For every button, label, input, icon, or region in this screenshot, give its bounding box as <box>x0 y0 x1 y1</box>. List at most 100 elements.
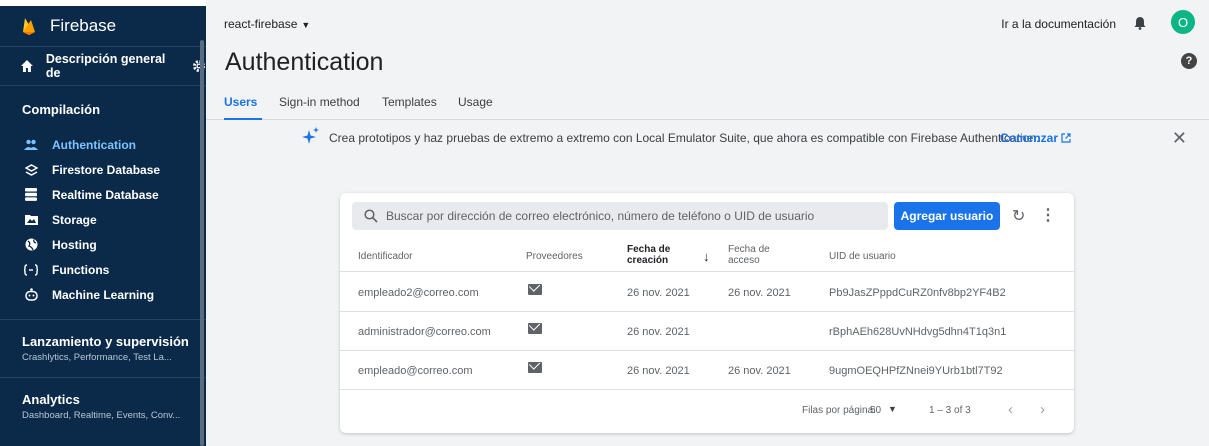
col-uid[interactable]: UID de usuario <box>829 251 896 262</box>
close-icon[interactable]: ✕ <box>1172 128 1187 149</box>
get-started-link[interactable]: Comenzar <box>1000 131 1071 145</box>
group-title: Lanzamiento y supervisión <box>22 334 189 349</box>
sidebar-group-release[interactable]: Lanzamiento y supervisión Crashlytics, P… <box>0 320 206 363</box>
table-row[interactable]: empleado2@correo.com 26 nov. 2021 26 nov… <box>340 273 1074 312</box>
sidebar-scrollbar[interactable] <box>200 40 204 446</box>
external-link-icon <box>1061 133 1071 143</box>
active-tab-indicator <box>224 118 262 120</box>
sidebar-item-label: Hosting <box>52 237 97 252</box>
cell-identifier: empleado@correo.com <box>358 365 473 377</box>
cell-created: 26 nov. 2021 <box>627 365 690 377</box>
avatar[interactable]: O <box>1171 10 1195 34</box>
page-range: 1 – 3 of 3 <box>929 405 971 416</box>
refresh-icon[interactable]: ↻ <box>1012 206 1025 226</box>
sidebar-item-label: Storage <box>52 212 97 227</box>
sparkle-icon <box>302 127 319 144</box>
chevron-right-icon[interactable]: › <box>1040 401 1045 418</box>
col-signed-in-line1: Fecha de <box>728 244 770 255</box>
sidebar-group-analytics[interactable]: Analytics Dashboard, Realtime, Events, C… <box>0 378 206 421</box>
cell-identifier: administrador@correo.com <box>358 326 491 338</box>
project-overview-label: Descripción general de <box>45 52 166 80</box>
sidebar-item-label: Machine Learning <box>52 287 155 302</box>
email-icon <box>528 284 542 295</box>
bell-icon[interactable] <box>1133 16 1147 30</box>
banner-text: Crea prototipos y haz pruebas de extremo… <box>329 131 1040 145</box>
table-row[interactable]: administrador@correo.com 26 nov. 2021 rB… <box>340 312 1074 351</box>
pagination: Filas por página: 50 ▼ 1 – 3 of 3 ‹ › <box>340 391 1074 431</box>
more-options-icon[interactable]: ⋮ <box>1040 205 1056 225</box>
firebase-logo-icon <box>23 18 35 35</box>
people-icon <box>24 138 38 152</box>
tab-users[interactable]: Users <box>224 95 257 109</box>
col-signed-in-line2: acceso <box>728 255 760 266</box>
arrow-down-icon[interactable]: ↓ <box>703 249 710 264</box>
sidebar-item-authentication[interactable]: Authentication <box>0 132 206 157</box>
rows-per-page-select[interactable]: 50 <box>870 405 881 416</box>
tab-bar: Users Sign-in method Templates Usage <box>206 92 1209 120</box>
col-signed-in[interactable]: Fecha de acceso <box>728 244 770 266</box>
table-row[interactable]: empleado@correo.com 26 nov. 2021 26 nov.… <box>340 351 1074 390</box>
functions-icon <box>24 263 38 277</box>
table-header: Identificador Proveedores Fecha de creaci… <box>340 239 1074 272</box>
rows-per-page-label: Filas por página: <box>802 405 876 416</box>
col-created-line2: creación <box>627 255 669 266</box>
search-input[interactable] <box>386 206 881 226</box>
add-user-button[interactable]: Agregar usuario <box>894 202 1000 230</box>
group-title: Analytics <box>22 392 80 407</box>
section-build-title: Compilación <box>22 102 101 117</box>
tab-templates[interactable]: Templates <box>382 95 437 109</box>
search-bar[interactable] <box>352 202 888 230</box>
tab-sign-in-method[interactable]: Sign-in method <box>279 95 360 109</box>
database-icon <box>24 188 38 202</box>
users-card: Agregar usuario ↻ ⋮ Identificador Provee… <box>340 193 1074 433</box>
group-subtitle: Dashboard, Realtime, Events, Conv... <box>22 410 181 421</box>
tab-usage[interactable]: Usage <box>458 95 493 109</box>
sidebar-item-label: Functions <box>52 262 110 277</box>
cell-identifier: empleado2@correo.com <box>358 287 479 299</box>
cell-signed-in: 26 nov. 2021 <box>728 287 791 299</box>
photo-folder-icon <box>24 213 38 227</box>
project-name: react-firebase <box>224 17 298 31</box>
search-icon <box>364 209 378 223</box>
docs-link[interactable]: Ir a la documentación <box>1001 17 1116 31</box>
help-icon[interactable]: ? <box>1181 53 1197 69</box>
brand[interactable]: Firebase <box>0 6 206 46</box>
cell-created: 26 nov. 2021 <box>627 326 690 338</box>
sidebar-item-functions[interactable]: Functions <box>0 257 206 282</box>
cell-signed-in: 26 nov. 2021 <box>728 365 791 377</box>
globe-icon <box>24 238 38 252</box>
chevron-left-icon[interactable]: ‹ <box>1008 401 1013 418</box>
sidebar-item-machine-learning[interactable]: Machine Learning <box>0 282 206 307</box>
brand-name: Firebase <box>50 16 117 35</box>
email-icon <box>528 362 542 373</box>
home-icon <box>20 60 33 72</box>
sidebar-item-hosting[interactable]: Hosting <box>0 232 206 257</box>
get-started-label: Comenzar <box>1000 131 1059 145</box>
sidebar-item-label: Firestore Database <box>52 162 161 177</box>
sidebar-item-realtime-database[interactable]: Realtime Database <box>0 182 206 207</box>
caret-down-icon: ▼ <box>301 20 311 30</box>
emulator-banner: Crea prototipos y haz pruebas de extremo… <box>206 124 1209 150</box>
cell-created: 26 nov. 2021 <box>627 287 690 299</box>
firestore-icon <box>24 163 38 177</box>
cell-uid: rBphAEh628UvNHdvg5dhn4T1q3n1 <box>829 326 1007 338</box>
col-providers[interactable]: Proveedores <box>526 251 583 262</box>
col-created[interactable]: Fecha de creación <box>627 244 670 266</box>
project-overview[interactable]: Descripción general de <box>0 46 206 86</box>
cell-uid: 9ugmOEQHPfZNnei9YUrb1btl7T92 <box>829 365 1003 377</box>
page-title: Authentication <box>225 48 384 76</box>
email-icon <box>528 323 542 334</box>
project-selector[interactable]: react-firebase ▼ <box>224 17 310 31</box>
caret-down-icon[interactable]: ▼ <box>888 404 897 414</box>
sidebar-item-firestore[interactable]: Firestore Database <box>0 157 206 182</box>
top-bar: react-firebase ▼ Ir a la documentación O <box>206 6 1209 40</box>
sidebar-item-storage[interactable]: Storage <box>0 207 206 232</box>
col-created-line1: Fecha de <box>627 244 671 255</box>
sidebar: Firebase Descripción general de Compilac… <box>0 0 206 446</box>
col-identifier[interactable]: Identificador <box>358 251 412 262</box>
robot-icon <box>24 288 38 302</box>
sidebar-item-label: Realtime Database <box>52 187 159 202</box>
sidebar-item-label: Authentication <box>52 137 136 152</box>
cell-uid: Pb9JasZPppdCuRZ0nfv8bp2YF4B2 <box>829 287 1006 299</box>
group-subtitle: Crashlytics, Performance, Test La... <box>22 352 172 363</box>
